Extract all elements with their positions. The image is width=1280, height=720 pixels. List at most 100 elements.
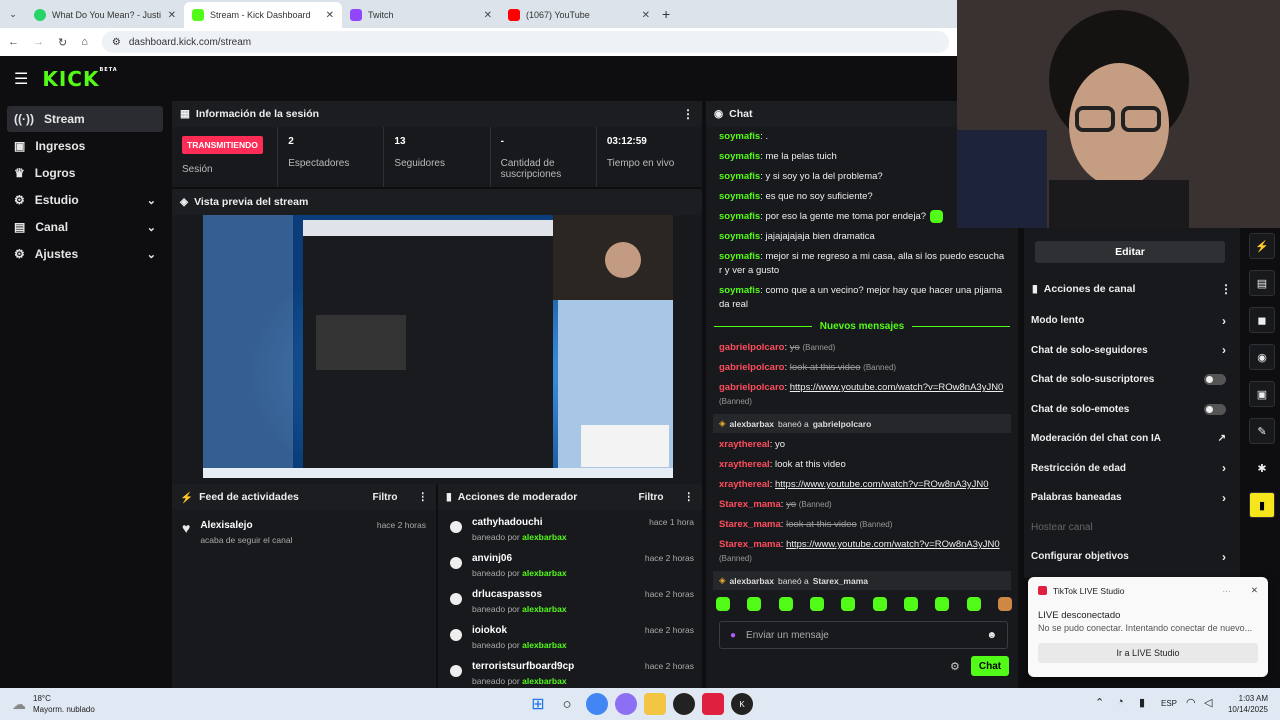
channel-option[interactable]: Moderación del chat con IA ↗ bbox=[1024, 424, 1240, 454]
channel-option[interactable]: Chat de solo-emotes bbox=[1024, 395, 1240, 425]
channel-option[interactable]: Palabras baneadas › bbox=[1024, 483, 1240, 513]
chat-input[interactable]: ● Enviar un mensaje ☻ bbox=[719, 621, 1008, 649]
layout-icon[interactable]: ▣ bbox=[1249, 381, 1275, 407]
wifi-icon[interactable]: ◠ bbox=[1186, 696, 1196, 709]
chat-username[interactable]: soymafis bbox=[719, 171, 760, 182]
more-icon[interactable]: ⋮ bbox=[1220, 282, 1232, 296]
chat-text[interactable]: https://www.youtube.com/watch?v=ROw8nA3y… bbox=[790, 382, 1004, 393]
mod-by[interactable]: alexbarbax bbox=[522, 640, 566, 650]
sidebar-item-ajustes[interactable]: ⚙ Ajustes ⌄ bbox=[7, 241, 163, 267]
mod-by[interactable]: alexbarbax bbox=[522, 676, 566, 686]
channel-option[interactable]: Restricción de edad › bbox=[1024, 454, 1240, 484]
tab-1[interactable]: Stream - Kick Dashboard ✕ bbox=[184, 2, 342, 28]
close-icon[interactable]: ✕ bbox=[484, 10, 492, 21]
chat-username[interactable]: Starex_mama bbox=[719, 539, 781, 550]
tab-0[interactable]: What Do You Mean? - Justi ✕ bbox=[26, 2, 184, 28]
obs-icon[interactable] bbox=[673, 693, 695, 715]
copilot-icon[interactable] bbox=[615, 693, 637, 715]
sidebar-item-canal[interactable]: ▤ Canal ⌄ bbox=[7, 214, 163, 240]
filter-button[interactable]: Filtro bbox=[639, 492, 664, 503]
close-icon[interactable]: ✕ bbox=[326, 10, 334, 21]
mod-user[interactable]: cathyhadouchi bbox=[472, 517, 567, 528]
chat-text[interactable]: https://www.youtube.com/watch?v=ROw8nA3y… bbox=[775, 479, 989, 490]
emote-icon[interactable] bbox=[747, 597, 762, 611]
bolt-icon[interactable]: ⚡ bbox=[1249, 233, 1275, 259]
new-tab-icon[interactable]: + bbox=[662, 6, 670, 22]
notice-target[interactable]: Starex_mama bbox=[813, 576, 868, 586]
chat-settings-icon[interactable]: ⚙ bbox=[950, 660, 960, 673]
back-icon[interactable]: ← bbox=[8, 36, 19, 48]
sidebar-item-logros[interactable]: ♛ Logros bbox=[7, 160, 163, 186]
broadcast-icon[interactable]: ◉ bbox=[1249, 344, 1275, 370]
edit-button[interactable]: Editar bbox=[1035, 241, 1225, 263]
weather-text[interactable]: Mayorm. nublado bbox=[33, 705, 95, 714]
chat-username[interactable]: Starex_mama bbox=[719, 499, 781, 510]
mod-by[interactable]: alexbarbax bbox=[522, 568, 566, 578]
emote-icon[interactable] bbox=[778, 597, 793, 611]
mic-icon[interactable]: ▮ bbox=[1139, 696, 1145, 709]
close-icon[interactable]: ✕ bbox=[1251, 585, 1258, 596]
emote-icon[interactable] bbox=[966, 597, 981, 611]
channel-option[interactable]: Chat de solo-suscriptores bbox=[1024, 365, 1240, 395]
close-icon[interactable]: ✕ bbox=[168, 10, 176, 21]
volume-icon[interactable]: ◁ bbox=[1204, 696, 1212, 709]
emote-icon[interactable] bbox=[903, 597, 918, 611]
filter-button[interactable]: Filtro bbox=[373, 492, 398, 503]
chat-username[interactable]: Starex_mama bbox=[719, 519, 781, 530]
emote-icon[interactable] bbox=[716, 597, 730, 611]
mod-by[interactable]: alexbarbax bbox=[522, 604, 566, 614]
emote-icon[interactable] bbox=[872, 597, 887, 611]
more-icon[interactable]: ⋮ bbox=[682, 107, 694, 121]
toggle-switch[interactable] bbox=[1204, 403, 1226, 415]
chat-username[interactable]: soymafis bbox=[719, 131, 760, 142]
clock-time[interactable]: 1:03 AM bbox=[1239, 694, 1268, 703]
chat-username[interactable]: xraythereal bbox=[719, 459, 770, 470]
tab-3[interactable]: (1067) YouTube ✕ bbox=[500, 2, 658, 28]
network-icon[interactable]: ◔ bbox=[1117, 696, 1124, 708]
toast-button[interactable]: Ir a LIVE Studio bbox=[1038, 643, 1258, 663]
wrench-icon[interactable]: ✎ bbox=[1249, 418, 1275, 444]
sparkle-icon[interactable]: ✱ bbox=[1249, 455, 1275, 481]
chevron-up-icon[interactable]: ⌃ bbox=[1095, 696, 1104, 709]
toggle-switch[interactable] bbox=[1204, 374, 1226, 386]
emote-icon[interactable] bbox=[997, 597, 1012, 611]
forward-icon[interactable]: → bbox=[33, 36, 44, 48]
feed-user[interactable]: Alexisalejo bbox=[200, 520, 292, 531]
emote-icon[interactable] bbox=[841, 597, 856, 611]
reload-icon[interactable]: ↻ bbox=[58, 36, 67, 49]
chat-username[interactable]: soymafis bbox=[719, 211, 760, 222]
mod-user[interactable]: ioiokok bbox=[472, 625, 567, 636]
chat-username[interactable]: soymafis bbox=[719, 151, 760, 162]
chat-username[interactable]: soymafis bbox=[719, 251, 760, 262]
more-icon[interactable]: ··· bbox=[1222, 586, 1231, 596]
mod-user[interactable]: drlucaspassos bbox=[472, 589, 567, 600]
channel-option[interactable]: Chat de solo-seguidores › bbox=[1024, 336, 1240, 366]
channel-option[interactable]: Configurar objetivos › bbox=[1024, 542, 1240, 572]
chat-username[interactable]: xraythereal bbox=[719, 439, 770, 450]
weather-temp[interactable]: 18°C bbox=[33, 694, 51, 703]
site-info-icon[interactable]: ⚙ bbox=[112, 37, 121, 48]
mod-user[interactable]: terroristsurfboard9cp bbox=[472, 661, 574, 672]
notice-target[interactable]: gabrielpolcaro bbox=[813, 419, 872, 429]
search-icon[interactable]: ○ bbox=[556, 693, 578, 715]
close-icon[interactable]: ✕ bbox=[642, 10, 650, 21]
more-icon[interactable]: ⋮ bbox=[418, 491, 429, 503]
chat-username[interactable]: gabrielpolcaro bbox=[719, 342, 784, 353]
start-icon[interactable]: ⊞ bbox=[527, 693, 549, 715]
chat-username[interactable]: gabrielpolcaro bbox=[719, 362, 784, 373]
url-field[interactable]: ⚙ dashboard.kick.com/stream bbox=[101, 31, 949, 53]
clock-date[interactable]: 10/14/2025 bbox=[1228, 705, 1268, 714]
tab-list-icon[interactable]: ⌄ bbox=[0, 9, 26, 20]
chrome-icon[interactable] bbox=[586, 693, 608, 715]
kick-app-icon[interactable]: K bbox=[731, 693, 753, 715]
home-icon[interactable]: ⌂ bbox=[81, 36, 88, 48]
notes-icon[interactable]: ▤ bbox=[1249, 270, 1275, 296]
notice-mod[interactable]: alexbarbax bbox=[730, 419, 774, 429]
tiktok-live-icon[interactable] bbox=[702, 693, 724, 715]
chat-text[interactable]: https://www.youtube.com/watch?v=ROw8nA3y… bbox=[786, 539, 1000, 550]
sidebar-item-ingresos[interactable]: ▣ Ingresos bbox=[7, 133, 163, 159]
mic-icon[interactable]: ● bbox=[730, 630, 736, 641]
sidebar-item-estudio[interactable]: ⚙ Estudio ⌄ bbox=[7, 187, 163, 213]
sidebar-item-stream[interactable]: ((·)) Stream bbox=[7, 106, 163, 132]
tab-2[interactable]: Twitch ✕ bbox=[342, 2, 500, 28]
